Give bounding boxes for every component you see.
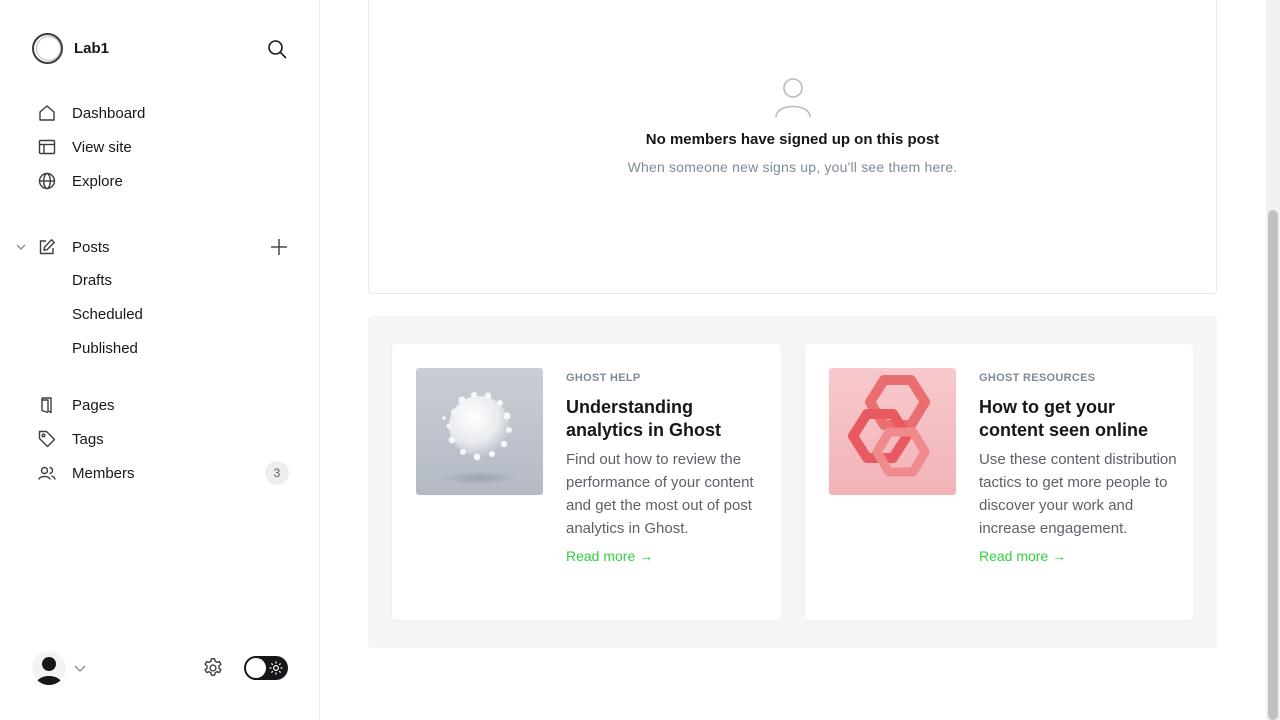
sun-icon bbox=[269, 661, 283, 675]
sidebar-item-pages[interactable]: Pages bbox=[36, 393, 115, 417]
sidebar-item-label: Explore bbox=[72, 172, 123, 190]
page-icon bbox=[36, 394, 58, 416]
resource-card[interactable]: GHOST RESOURCES How to get your content … bbox=[805, 344, 1193, 620]
resource-description: Find out how to review the performance o… bbox=[566, 451, 754, 537]
sidebar-item-view-site[interactable]: View site bbox=[36, 135, 132, 159]
main-content: No members have signed up on this post W… bbox=[320, 0, 1266, 720]
resource-kicker: GHOST HELP bbox=[566, 372, 641, 384]
sidebar-item-dashboard[interactable]: Dashboard bbox=[36, 101, 145, 125]
sidebar-item-label: Posts bbox=[72, 238, 110, 256]
sidebar-item-scheduled[interactable]: Scheduled bbox=[72, 306, 143, 323]
user-icon bbox=[36, 657, 62, 685]
members-icon bbox=[36, 462, 58, 484]
sidebar-item-label: Pages bbox=[72, 396, 115, 414]
toggle-knob bbox=[246, 658, 266, 678]
sidebar-item-drafts[interactable]: Drafts bbox=[72, 272, 112, 289]
resource-kicker: GHOST RESOURCES bbox=[979, 372, 1096, 384]
resource-thumbnail bbox=[829, 368, 956, 495]
layout-icon bbox=[36, 136, 58, 158]
sidebar-item-label: Members bbox=[72, 464, 135, 482]
gear-icon bbox=[204, 658, 222, 676]
search-button[interactable] bbox=[264, 36, 290, 62]
site-logo bbox=[32, 32, 63, 64]
scrollbar-thumb[interactable] bbox=[1268, 210, 1278, 720]
user-outline-icon bbox=[775, 78, 811, 118]
sidebar-item-explore[interactable]: Explore bbox=[36, 169, 123, 193]
settings-button[interactable] bbox=[200, 655, 226, 681]
resource-thumbnail bbox=[416, 368, 543, 495]
resource-text: GHOST HELP Understanding analytics in Gh… bbox=[566, 372, 765, 566]
theme-toggle[interactable] bbox=[244, 656, 288, 680]
tag-icon bbox=[36, 428, 58, 450]
members-empty-state: No members have signed up on this post W… bbox=[368, 0, 1217, 294]
chevron-down-icon[interactable] bbox=[14, 240, 28, 254]
resources-section: GHOST HELP Understanding analytics in Gh… bbox=[368, 316, 1217, 648]
resource-description: Use these content distribution tactics t… bbox=[979, 451, 1177, 537]
plus-icon bbox=[271, 239, 287, 255]
chevron-down-icon[interactable] bbox=[73, 661, 87, 675]
home-icon bbox=[36, 102, 58, 124]
search-icon bbox=[268, 40, 287, 59]
resource-title: Understanding analytics in Ghost bbox=[566, 397, 722, 440]
site-name: Lab1 bbox=[74, 39, 110, 57]
resource-text: GHOST RESOURCES How to get your content … bbox=[979, 372, 1177, 566]
sidebar-item-tags[interactable]: Tags bbox=[36, 427, 104, 451]
sidebar-item-label: Tags bbox=[72, 430, 104, 448]
sidebar-item-members[interactable]: Members bbox=[36, 461, 135, 485]
new-post-button[interactable] bbox=[268, 236, 290, 258]
globe-icon bbox=[36, 170, 58, 192]
empty-state-subtitle: When someone new signs up, you'll see th… bbox=[627, 159, 958, 175]
edit-icon bbox=[36, 236, 58, 258]
sidebar-item-label: View site bbox=[72, 138, 132, 156]
resource-card[interactable]: GHOST HELP Understanding analytics in Gh… bbox=[392, 344, 781, 620]
empty-state-title: No members have signed up on this post bbox=[645, 131, 940, 148]
sidebar-item-posts[interactable]: Posts bbox=[36, 235, 110, 259]
sidebar-item-label: Dashboard bbox=[72, 104, 146, 122]
sidebar-item-published[interactable]: Published bbox=[72, 340, 138, 357]
read-more-link[interactable]: Read more → bbox=[979, 548, 1066, 564]
avatar[interactable] bbox=[32, 651, 66, 685]
sidebar: Lab1 Dashboard View site Explore Posts D… bbox=[0, 0, 320, 720]
read-more-link[interactable]: Read more → bbox=[566, 548, 653, 564]
resource-title: How to get your content seen online bbox=[979, 397, 1149, 440]
brand[interactable]: Lab1 bbox=[32, 32, 109, 64]
members-count-badge: 3 bbox=[265, 461, 289, 485]
